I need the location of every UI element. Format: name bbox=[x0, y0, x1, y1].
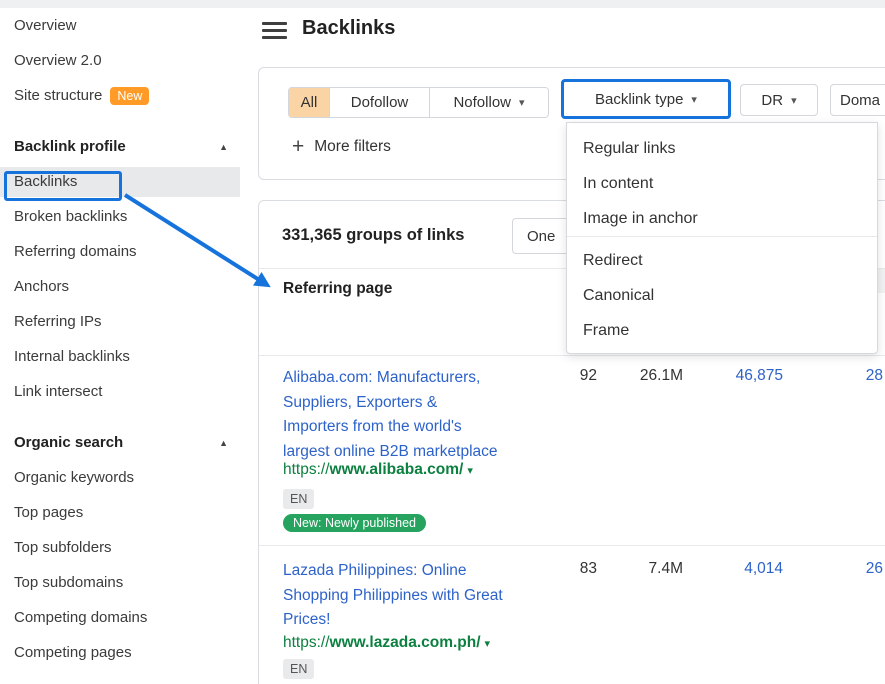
referring-page-url[interactable]: https://www.lazada.com.ph/ ▾ bbox=[283, 634, 490, 652]
sidebar-item-top-pages[interactable]: Top pages bbox=[0, 495, 250, 530]
sidebar-item-label: Site structure bbox=[14, 87, 102, 104]
title-line: Importers from the world's bbox=[283, 415, 563, 440]
sidebar-item-competing-pages[interactable]: Competing pages bbox=[0, 635, 250, 670]
stat-ext-links[interactable]: 28 bbox=[796, 367, 883, 385]
more-filters-button[interactable]: + More filters bbox=[292, 137, 391, 157]
sidebar-item-site-structure[interactable]: Site structure New bbox=[0, 78, 250, 113]
menu-item-canonical[interactable]: Canonical bbox=[567, 278, 877, 313]
menu-item-regular-links[interactable]: Regular links bbox=[567, 131, 877, 166]
divider bbox=[259, 355, 885, 356]
stat-traffic: 26.1M bbox=[606, 367, 683, 385]
menu-item-redirect[interactable]: Redirect bbox=[567, 243, 877, 278]
sidebar-item-referring-ips[interactable]: Referring IPs bbox=[0, 304, 250, 339]
sidebar-item-top-subdomains[interactable]: Top subdomains bbox=[0, 565, 250, 600]
sidebar-item-organic-keywords[interactable]: Organic keywords bbox=[0, 460, 250, 495]
column-header-referring-page: Referring page bbox=[283, 280, 392, 298]
dr-label: DR bbox=[761, 92, 783, 109]
language-badge: EN bbox=[283, 489, 314, 509]
page-title: Backlinks bbox=[302, 17, 395, 40]
more-filters-label: More filters bbox=[314, 138, 391, 156]
url-domain: www.lazada.com.ph/ bbox=[330, 634, 481, 651]
collapse-arrow-icon: ▲ bbox=[219, 438, 228, 448]
caret-down-icon: ▾ bbox=[485, 638, 491, 650]
stat-ur: 83 bbox=[520, 560, 597, 578]
sidebar-item-link-intersect[interactable]: Link intersect bbox=[0, 374, 250, 409]
stat-link-count[interactable]: 46,875 bbox=[696, 367, 783, 385]
stat-traffic: 7.4M bbox=[606, 560, 683, 578]
language-badge: EN bbox=[283, 659, 314, 679]
caret-down-icon: ▾ bbox=[691, 93, 697, 106]
sidebar-item-overview-2[interactable]: Overview 2.0 bbox=[0, 43, 250, 78]
new-badge: New bbox=[110, 87, 149, 105]
section-label: Organic search bbox=[14, 434, 123, 451]
sidebar-spacer bbox=[0, 409, 250, 425]
sidebar-item-competing-domains[interactable]: Competing domains bbox=[0, 600, 250, 635]
sidebar-spacer bbox=[0, 113, 250, 129]
backlink-type-menu: Regular links In content Image in anchor… bbox=[566, 122, 878, 354]
filter-nofollow-label: Nofollow bbox=[453, 94, 511, 111]
filter-dofollow-button[interactable]: Dofollow bbox=[329, 88, 429, 117]
collapse-arrow-icon: ▲ bbox=[219, 142, 228, 152]
sidebar-item-top-subfolders[interactable]: Top subfolders bbox=[0, 530, 250, 565]
url-prefix: https:// bbox=[283, 634, 330, 651]
domain-filter-button[interactable]: Doma bbox=[830, 84, 885, 116]
title-line: Suppliers, Exporters & bbox=[283, 391, 563, 416]
sidebar: Overview Overview 2.0 Site structure New… bbox=[0, 8, 250, 670]
results-count: 331,365 groups of links bbox=[282, 226, 464, 245]
domain-label: Doma bbox=[840, 92, 880, 109]
menu-divider bbox=[567, 236, 877, 237]
menu-item-frame[interactable]: Frame bbox=[567, 313, 877, 348]
menu-item-image-in-anchor[interactable]: Image in anchor bbox=[567, 201, 877, 236]
sidebar-item-anchors[interactable]: Anchors bbox=[0, 269, 250, 304]
follow-filter-group: All Dofollow Nofollow ▾ bbox=[288, 87, 549, 118]
menu-item-in-content[interactable]: In content bbox=[567, 166, 877, 201]
url-domain: www.alibaba.com/ bbox=[330, 461, 464, 478]
caret-down-icon: ▾ bbox=[467, 465, 473, 477]
sidebar-item-broken-backlinks[interactable]: Broken backlinks bbox=[0, 199, 250, 234]
sidebar-item-referring-domains[interactable]: Referring domains bbox=[0, 234, 250, 269]
sidebar-item-internal-backlinks[interactable]: Internal backlinks bbox=[0, 339, 250, 374]
stat-link-count[interactable]: 4,014 bbox=[696, 560, 783, 578]
caret-down-icon: ▾ bbox=[791, 94, 797, 107]
hamburger-menu-icon[interactable] bbox=[262, 22, 287, 39]
sidebar-item-overview[interactable]: Overview bbox=[0, 8, 250, 43]
new-published-badge: New: Newly published bbox=[283, 514, 426, 532]
stat-ur: 92 bbox=[520, 367, 597, 385]
sidebar-item-backlinks[interactable]: Backlinks bbox=[0, 167, 240, 197]
title-line: Shopping Philippines with Great bbox=[283, 584, 563, 609]
backlink-type-filter-button[interactable]: Backlink type ▾ bbox=[567, 84, 725, 114]
filter-all-button[interactable]: All bbox=[289, 88, 329, 117]
stat-ext-links[interactable]: 26 bbox=[796, 560, 883, 578]
sidebar-section-backlink-profile[interactable]: Backlink profile ▲ bbox=[0, 129, 250, 164]
sidebar-section-organic-search[interactable]: Organic search ▲ bbox=[0, 425, 250, 460]
top-divider-strip bbox=[0, 0, 885, 8]
backlinks-report-page: Overview Overview 2.0 Site structure New… bbox=[0, 0, 885, 684]
dr-filter-button[interactable]: DR ▾ bbox=[740, 84, 818, 116]
section-label: Backlink profile bbox=[14, 138, 126, 155]
url-prefix: https:// bbox=[283, 461, 330, 478]
row-divider bbox=[259, 545, 885, 546]
title-line: Prices! bbox=[283, 608, 563, 633]
caret-down-icon: ▾ bbox=[519, 96, 525, 109]
referring-page-url[interactable]: https://www.alibaba.com/▾ bbox=[283, 461, 473, 479]
backlink-type-label: Backlink type bbox=[595, 91, 683, 108]
filter-nofollow-button[interactable]: Nofollow ▾ bbox=[429, 88, 548, 117]
plus-icon: + bbox=[292, 137, 304, 157]
